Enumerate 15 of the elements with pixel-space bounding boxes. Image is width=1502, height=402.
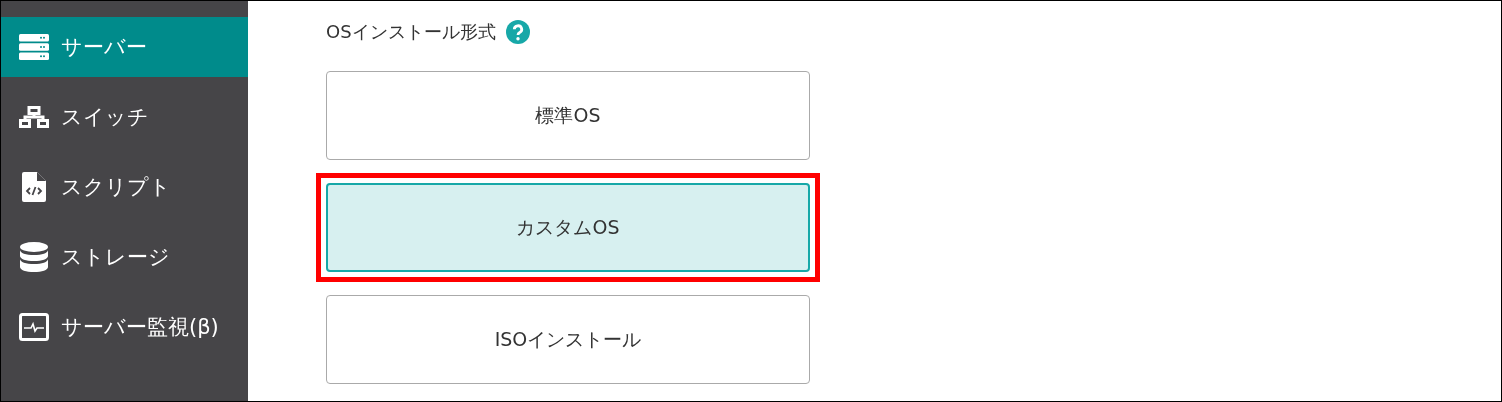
sidebar-item[interactable]: スクリプト [1, 157, 248, 217]
option-button[interactable]: ISOインストール [326, 295, 810, 384]
network-icon [19, 106, 49, 128]
server-icon [19, 34, 49, 60]
database-icon [20, 242, 48, 272]
code-file-icon [22, 172, 46, 202]
option-button[interactable]: 標準OS [326, 71, 810, 160]
option-button[interactable]: カスタムOS [326, 183, 810, 272]
sidebar-item[interactable]: ストレージ [1, 227, 248, 287]
help-icon[interactable] [505, 20, 530, 44]
field-label: OSインストール形式 [326, 20, 496, 44]
sidebar-item[interactable]: サーバー監視(β) [1, 297, 248, 357]
sidebar-item[interactable]: サーバー [1, 17, 248, 77]
monitor-icon [19, 313, 49, 341]
sidebar-item[interactable]: スイッチ [1, 87, 248, 147]
